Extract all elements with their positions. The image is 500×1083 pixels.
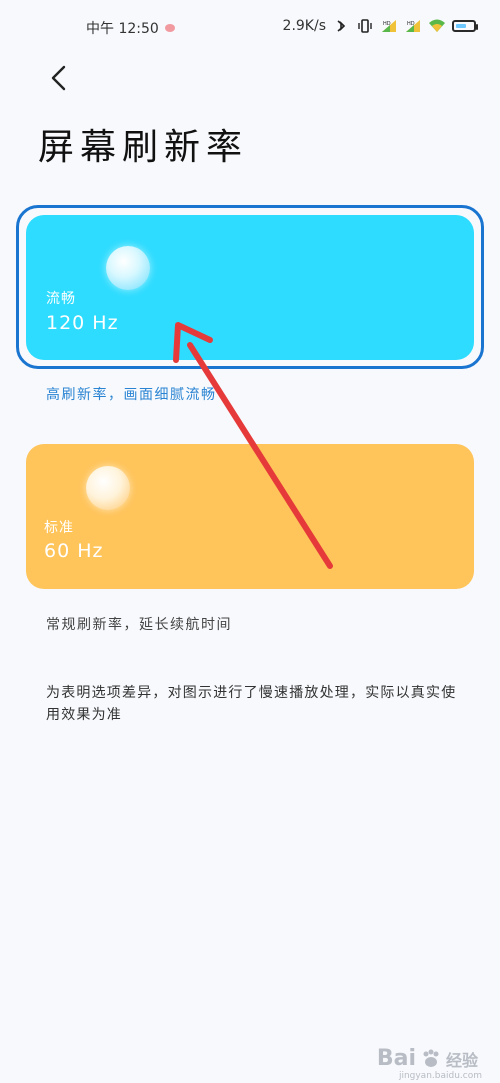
watermark-url: jingyan.baidu.com [398,1071,482,1081]
network-speed: 2.9K/s [282,18,326,34]
signal-hd-icon: HD [406,20,420,32]
battery-icon [452,20,478,32]
vibrate-icon [358,19,372,33]
option-label: 标准 [44,520,74,536]
status-right: 2.9K/s HD HD [282,18,478,34]
notification-icon [164,24,175,32]
battery-level [456,24,466,28]
option-description: 常规刷新率，延长续航时间 [46,617,232,633]
option-card-standard[interactable]: 标准 60 Hz [26,444,474,589]
orb-animation [106,246,150,290]
status-bar: 中午 12:50 2.9K/s HD HD [0,0,500,56]
option-rate: 60 Hz [44,540,104,562]
option-label: 流畅 [46,291,76,307]
paw-icon [423,1049,439,1067]
footnote: 为表明选项差异，对图示进行了慢速播放处理，实际以真实使用效果为准 [46,685,457,723]
option-rate: 120 Hz [46,312,119,334]
svg-text:HD: HD [407,21,415,27]
orb-animation [86,466,130,510]
svg-text:HD: HD [383,21,391,27]
chevron-left-icon [51,65,66,91]
status-left: 中午 12:50 [86,18,175,38]
wifi-icon [429,19,445,32]
page-title: 屏幕刷新率 [38,127,249,168]
bluetooth-icon [337,20,346,32]
watermark-logo: Bai 经验 [377,1046,478,1071]
back-button[interactable] [40,60,76,96]
status-time: 中午 12:50 [86,21,159,37]
signal-hd-icon: HD [382,20,396,32]
option-card-smooth[interactable]: 流畅 120 Hz [26,215,474,360]
option-description: 高刷新率，画面细腻流畅 [46,387,217,403]
watermark-suffix: 经验 [445,1050,478,1070]
watermark-text: Bai [376,1046,416,1071]
